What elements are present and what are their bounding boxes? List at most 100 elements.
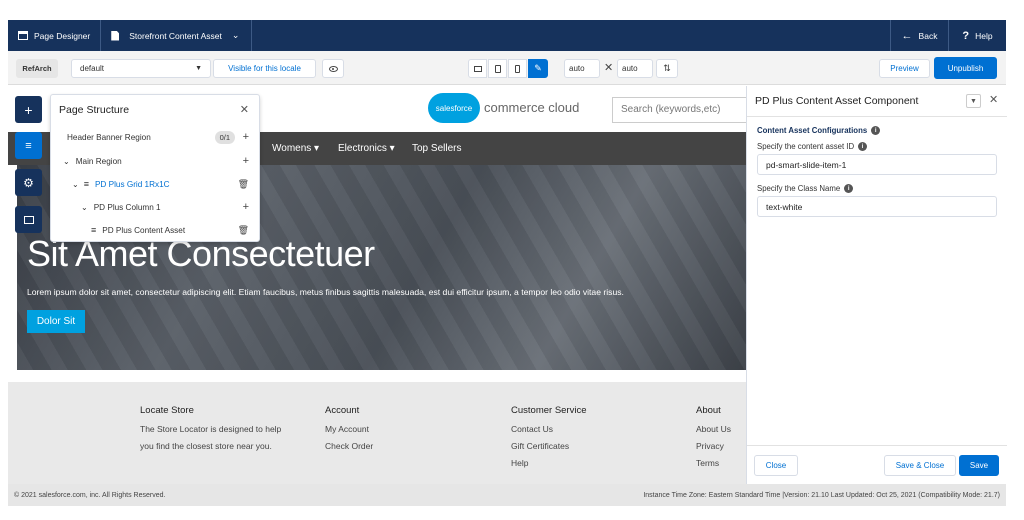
hero-text: Lorem ipsum dolor sit amet, consectetur … — [27, 287, 624, 297]
footer-heading: About — [696, 405, 721, 416]
top-bar: Page Designer Storefront Content Asset ⌄… — [8, 20, 1006, 51]
footer-heading: Locate Store — [140, 405, 194, 416]
footer-link[interactable]: My Account — [325, 421, 373, 438]
commerce-cloud-text: commerce cloud — [484, 100, 580, 115]
count-badge: 0/1 — [214, 130, 235, 144]
rotate-button[interactable]: ⇅ — [656, 59, 678, 78]
info-icon[interactable]: i — [858, 142, 868, 151]
preview-button[interactable]: Preview — [879, 59, 930, 78]
nav-electronics[interactable]: Electronics ▾ — [338, 143, 395, 154]
tree-item-label: Header Banner Region — [67, 132, 151, 142]
custom-size-button[interactable]: ✎ — [528, 59, 548, 78]
desktop-icon — [473, 65, 482, 72]
salesforce-logo[interactable]: salesforce — [428, 93, 480, 123]
add-component-button[interactable]: + — [15, 96, 42, 123]
hero-button[interactable]: Dolor Sit — [27, 310, 85, 333]
close-button[interactable]: Close — [754, 455, 798, 476]
save-close-button[interactable]: Save & Close — [884, 455, 956, 476]
tree-item-column[interactable]: ⌄ PD Plus Column 1 + — [51, 197, 259, 217]
footer-text: you find the closest store near you. — [140, 441, 272, 451]
asset-id-label: Specify the content asset ID i — [757, 142, 868, 151]
chevron-down-icon[interactable]: ⌄ — [63, 157, 70, 166]
device-desktop-button[interactable] — [468, 59, 487, 78]
width-input[interactable]: auto — [564, 59, 600, 78]
page-structure-button[interactable]: ≡ — [15, 132, 42, 159]
chevron-down-icon[interactable]: ⌄ — [81, 203, 88, 212]
tree-item-label: PD Plus Content Asset — [102, 225, 186, 235]
site-badge[interactable]: RefArch — [16, 59, 58, 78]
trash-icon[interactable]: 🗑 — [238, 179, 249, 190]
class-name-label: Specify the Class Name i — [757, 184, 854, 193]
chevron-down-icon: ⌄ — [231, 30, 240, 40]
page-designer-label: Page Designer — [34, 30, 91, 41]
footer-customer-service: Customer Service Contact Us Gift Certifi… — [511, 402, 587, 472]
drag-handle-icon[interactable]: ≡ — [91, 225, 96, 235]
visibility-toggle[interactable] — [322, 59, 344, 78]
plus-icon[interactable]: + — [243, 131, 249, 143]
save-button[interactable]: Save — [959, 455, 999, 476]
info-icon[interactable]: i — [844, 184, 854, 193]
tree-item-label: PD Plus Column 1 — [93, 202, 161, 212]
divider — [747, 116, 1007, 117]
tree-item-main-region[interactable]: ⌄ Main Region + — [51, 151, 259, 171]
storefront-search-input[interactable]: Search (keywords,etc) — [612, 97, 746, 123]
footer-text: The Store Locator is designed to help — [140, 424, 282, 434]
tree-item-grid[interactable]: ⌄ ≡ PD Plus Grid 1Rx1C 🗑 — [51, 174, 259, 194]
footer-link[interactable]: Terms — [696, 455, 731, 472]
locale-select[interactable]: default ▼ — [71, 59, 211, 78]
unpublish-button[interactable]: Unpublish — [934, 57, 997, 79]
instance-info: Instance Time Zone: Eastern Standard Tim… — [643, 491, 1000, 499]
footer-locate-store: Locate Store The Store Locator is design… — [140, 402, 281, 455]
class-name-field[interactable]: text-white — [757, 196, 997, 217]
footer-link[interactable]: Contact Us — [511, 421, 587, 438]
asset-selector[interactable]: Storefront Content Asset ⌄ — [101, 20, 253, 51]
device-tablet-button[interactable] — [488, 59, 507, 78]
device-mobile-button[interactable] — [508, 59, 527, 78]
storefront-footer: Locate Store The Store Locator is design… — [8, 382, 746, 484]
nav-womens[interactable]: Womens ▾ — [272, 143, 319, 154]
component-properties-panel: PD Plus Content Asset Component ▼ ✕ Cont… — [746, 86, 1007, 484]
drag-handle-icon[interactable]: ≡ — [84, 179, 89, 189]
list-icon: ≡ — [25, 139, 32, 152]
plus-icon[interactable]: + — [243, 201, 249, 213]
footer-link[interactable]: About Us — [696, 421, 731, 438]
copyright-text: © 2021 salesforce.com, inc. All Rights R… — [14, 491, 166, 499]
media-button[interactable] — [15, 206, 42, 233]
tree-item-header-banner[interactable]: Header Banner Region 0/1 + — [51, 127, 259, 147]
footer-link[interactable]: Privacy — [696, 438, 731, 455]
tree-item-label: Main Region — [75, 156, 122, 166]
page-structure-title: Page Structure — [59, 104, 130, 116]
tree-item-content-asset[interactable]: ≡ PD Plus Content Asset 🗑 — [51, 220, 259, 240]
tree-item-label: PD Plus Grid 1Rx1C — [94, 179, 170, 189]
footer-link[interactable]: Help — [511, 455, 587, 472]
close-icon[interactable]: ✕ — [989, 93, 998, 106]
nav-top-sellers[interactable]: Top Sellers — [412, 143, 461, 154]
help-button[interactable]: ? Help — [948, 20, 1006, 51]
times-icon: ✕ — [604, 62, 614, 74]
close-icon[interactable]: ✕ — [240, 103, 249, 116]
trash-icon[interactable]: 🗑 — [238, 225, 249, 236]
panel-menu-button[interactable]: ▼ — [966, 94, 981, 108]
page-settings-button[interactable]: ⚙ — [15, 169, 42, 196]
footer-link[interactable]: Gift Certificates — [511, 438, 587, 455]
footer-heading: Customer Service — [511, 405, 587, 416]
plus-icon[interactable]: + — [243, 155, 249, 167]
footer-link[interactable]: Check Order — [325, 438, 373, 455]
footer-about: About About Us Privacy Terms — [696, 402, 731, 472]
chevron-down-icon[interactable]: ⌄ — [72, 180, 79, 189]
back-button[interactable]: ← Back — [890, 20, 948, 51]
asset-id-field[interactable]: pd-smart-slide-item-1 — [757, 154, 997, 175]
panel-footer: Close Save & Close Save — [747, 445, 1007, 484]
swap-icon: ⇅ — [663, 63, 671, 73]
info-icon[interactable]: i — [871, 126, 881, 135]
visible-locale-button[interactable]: Visible for this locale — [213, 59, 316, 78]
page-designer-menu[interactable]: Page Designer — [8, 20, 102, 51]
pencil-icon: ✎ — [534, 63, 542, 73]
height-input[interactable]: auto — [617, 59, 653, 78]
footer-account: Account My Account Check Order — [325, 402, 373, 455]
asset-selector-label: Storefront Content Asset — [129, 30, 222, 41]
status-bar: © 2021 salesforce.com, inc. All Rights R… — [8, 484, 1006, 506]
eye-icon — [328, 65, 338, 72]
image-icon — [23, 215, 34, 224]
back-label: Back — [918, 30, 938, 41]
